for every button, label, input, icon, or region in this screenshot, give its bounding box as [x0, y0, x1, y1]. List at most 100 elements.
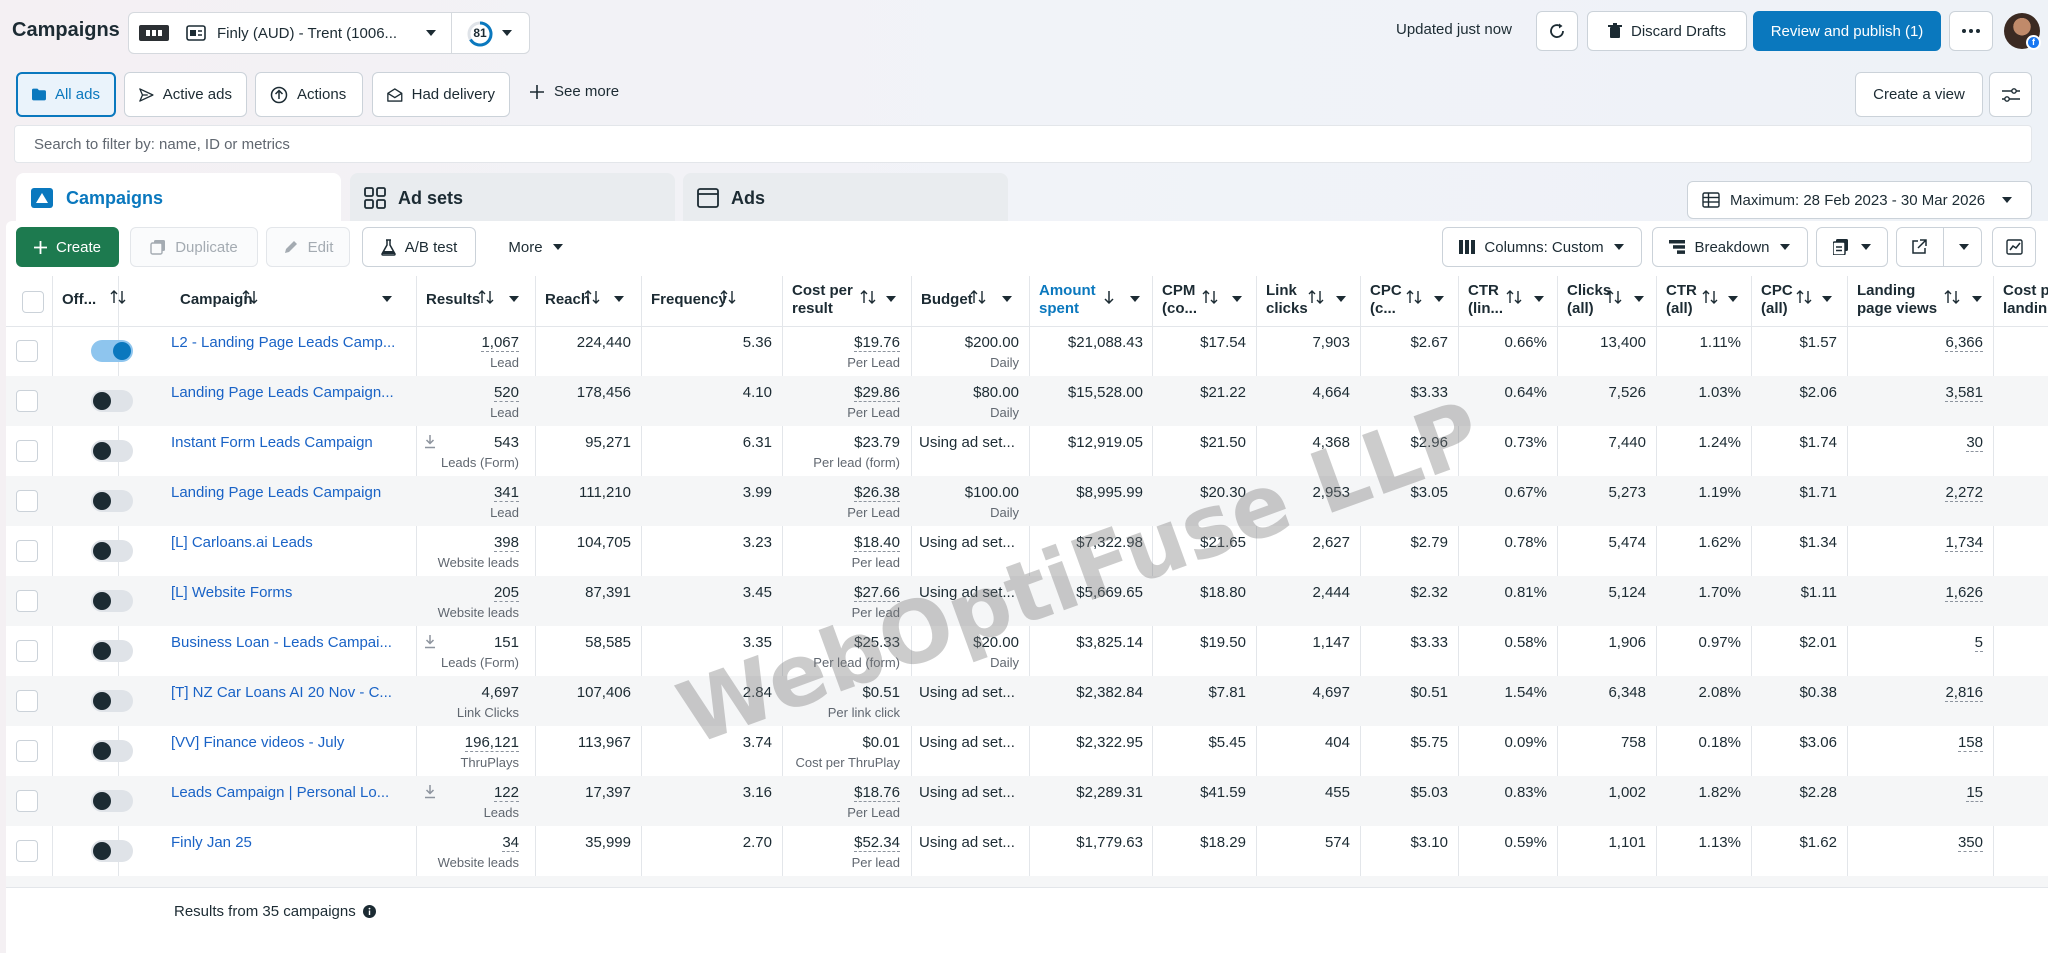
- caret-down-icon[interactable]: [1130, 296, 1140, 302]
- row-checkbox[interactable]: [16, 440, 38, 462]
- date-range-picker[interactable]: Maximum: 28 Feb 2023 - 30 Mar 2026: [1687, 181, 2032, 219]
- sort-icon[interactable]: [860, 290, 876, 304]
- campaign-toggle[interactable]: [91, 490, 133, 512]
- cell-budget[interactable]: Using ad set...: [919, 784, 1015, 801]
- table-row[interactable]: [T] NZ Car Loans AI 20 Nov - C... 4,697 Li…: [6, 676, 2048, 726]
- table-row[interactable]: Business Loan - Leads Campai... 151 Leads …: [6, 626, 2048, 676]
- cell-budget[interactable]: Using ad set...: [919, 534, 1015, 551]
- caret-down-icon[interactable]: [1822, 296, 1832, 302]
- tab-ads[interactable]: Ads: [683, 173, 1008, 223]
- table-row[interactable]: L2 - Landing Page Leads Camp... 1,067 Lead…: [6, 326, 2048, 376]
- column-header-cost-per-landing[interactable]: Cost p landin: [1993, 276, 2048, 326]
- search-input[interactable]: [14, 125, 2032, 163]
- create-view-button[interactable]: Create a view: [1855, 72, 1983, 117]
- cell-budget[interactable]: Using ad set...: [919, 684, 1015, 701]
- sort-icon[interactable]: [970, 290, 986, 304]
- caret-down-icon[interactable]: [1002, 296, 1012, 302]
- sort-icon[interactable]: [1944, 290, 1960, 304]
- cell-budget[interactable]: Using ad set...: [919, 434, 1015, 451]
- cell-budget[interactable]: $100.00: [965, 484, 1019, 501]
- campaign-toggle[interactable]: [91, 540, 133, 562]
- row-checkbox[interactable]: [16, 490, 38, 512]
- campaign-toggle[interactable]: [91, 340, 133, 362]
- chevron-down-icon[interactable]: [501, 29, 513, 37]
- charts-button[interactable]: [1992, 227, 2036, 267]
- breakdown-button[interactable]: Breakdown: [1652, 227, 1808, 267]
- column-header-budget[interactable]: Budget: [911, 276, 1029, 326]
- table-row[interactable]: Instant Form Leads Campaign 543 Leads (For…: [6, 426, 2048, 476]
- cell-budget[interactable]: Using ad set...: [919, 834, 1015, 851]
- column-header-ctr[interactable]: CTR (lin...: [1458, 276, 1557, 326]
- edit-button[interactable]: Edit: [266, 227, 350, 267]
- campaign-toggle[interactable]: [91, 690, 133, 712]
- campaign-toggle[interactable]: [91, 590, 133, 612]
- cell-budget[interactable]: Using ad set...: [919, 584, 1015, 601]
- tab-campaigns[interactable]: Campaigns: [16, 173, 341, 223]
- column-header-link-clicks[interactable]: Link clicks: [1256, 276, 1360, 326]
- column-header-amount-spent[interactable]: Amount spent: [1029, 276, 1152, 326]
- export-button[interactable]: [1896, 227, 1982, 267]
- campaign-name-link[interactable]: Leads Campaign | Personal Lo...: [171, 784, 401, 801]
- row-checkbox[interactable]: [16, 340, 38, 362]
- row-checkbox[interactable]: [16, 690, 38, 712]
- sort-icon[interactable]: [584, 290, 600, 304]
- caret-down-icon[interactable]: [886, 296, 896, 302]
- row-checkbox[interactable]: [16, 640, 38, 662]
- select-all-checkbox[interactable]: [22, 291, 44, 313]
- caret-down-icon[interactable]: [1336, 296, 1346, 302]
- create-button[interactable]: Create: [16, 227, 119, 267]
- sort-icon[interactable]: [720, 290, 736, 304]
- caret-down-icon[interactable]: [1634, 296, 1644, 302]
- column-header-cpm[interactable]: CPM (co...: [1152, 276, 1256, 326]
- column-header-frequency[interactable]: Frequency: [641, 276, 782, 326]
- campaign-name-link[interactable]: Landing Page Leads Campaign...: [171, 384, 401, 401]
- download-icon[interactable]: [424, 635, 436, 649]
- campaign-toggle[interactable]: [91, 840, 133, 862]
- review-publish-button[interactable]: Review and publish (1): [1753, 11, 1941, 51]
- account-selector[interactable]: Finly (AUD) - Trent (1006... 81: [128, 12, 530, 54]
- table-row[interactable]: [L] Website Forms 205 Website leads 87,391 3…: [6, 576, 2048, 626]
- download-icon[interactable]: [424, 785, 436, 799]
- view-settings-button[interactable]: [1989, 72, 2032, 117]
- campaign-name-link[interactable]: [T] NZ Car Loans AI 20 Nov - C...: [171, 684, 401, 701]
- sort-descending-icon[interactable]: [1104, 290, 1114, 304]
- column-header-cost-per-result[interactable]: Cost per result: [782, 276, 911, 326]
- columns-button[interactable]: Columns: Custom: [1442, 227, 1642, 267]
- filter-had-delivery[interactable]: Had delivery: [372, 72, 510, 117]
- column-header-cpc-all[interactable]: CPC (all): [1751, 276, 1847, 326]
- row-checkbox[interactable]: [16, 540, 38, 562]
- refresh-button[interactable]: [1536, 11, 1578, 51]
- caret-down-icon[interactable]: [614, 296, 624, 302]
- column-header-campaign[interactable]: Campaign: [170, 276, 416, 326]
- caret-down-icon[interactable]: [382, 296, 392, 302]
- table-row[interactable]: [VV] Finance videos - July 196,121 ThruPla…: [6, 726, 2048, 776]
- cell-budget[interactable]: $200.00: [965, 334, 1019, 351]
- campaign-name-link[interactable]: Business Loan - Leads Campai...: [171, 634, 401, 651]
- reports-button[interactable]: [1816, 227, 1888, 267]
- campaign-toggle[interactable]: [91, 790, 133, 812]
- campaign-toggle[interactable]: [91, 740, 133, 762]
- column-header-cpc[interactable]: CPC (c...: [1360, 276, 1458, 326]
- table-row[interactable]: Landing Page Leads Campaign 341 Lead 111,21…: [6, 476, 2048, 526]
- caret-down-icon[interactable]: [1972, 296, 1982, 302]
- table-row[interactable]: Leads Campaign | Personal Lo... 122 Leads 1…: [6, 776, 2048, 826]
- avatar[interactable]: f: [2004, 13, 2041, 50]
- column-header-clicks-all[interactable]: Clicks (all): [1557, 276, 1656, 326]
- sort-icon[interactable]: [110, 290, 126, 304]
- campaign-name-link[interactable]: Finly Jan 25: [171, 834, 401, 851]
- cell-budget[interactable]: $20.00: [973, 634, 1019, 651]
- caret-down-icon[interactable]: [1434, 296, 1444, 302]
- column-header-landing-page-views[interactable]: Landing page views: [1847, 276, 1993, 326]
- campaign-name-link[interactable]: Instant Form Leads Campaign: [171, 434, 401, 451]
- sort-icon[interactable]: [1406, 290, 1422, 304]
- column-header-off[interactable]: Off...: [52, 276, 170, 326]
- sort-icon[interactable]: [242, 290, 258, 304]
- discard-drafts-button[interactable]: Discard Drafts: [1587, 11, 1747, 51]
- column-header-reach[interactable]: Reach: [535, 276, 641, 326]
- row-checkbox[interactable]: [16, 740, 38, 762]
- campaign-name-link[interactable]: [VV] Finance videos - July: [171, 734, 401, 751]
- sort-icon[interactable]: [1796, 290, 1812, 304]
- caret-down-icon[interactable]: [1534, 296, 1544, 302]
- ab-test-button[interactable]: A/B test: [362, 227, 476, 267]
- sort-icon[interactable]: [1702, 290, 1718, 304]
